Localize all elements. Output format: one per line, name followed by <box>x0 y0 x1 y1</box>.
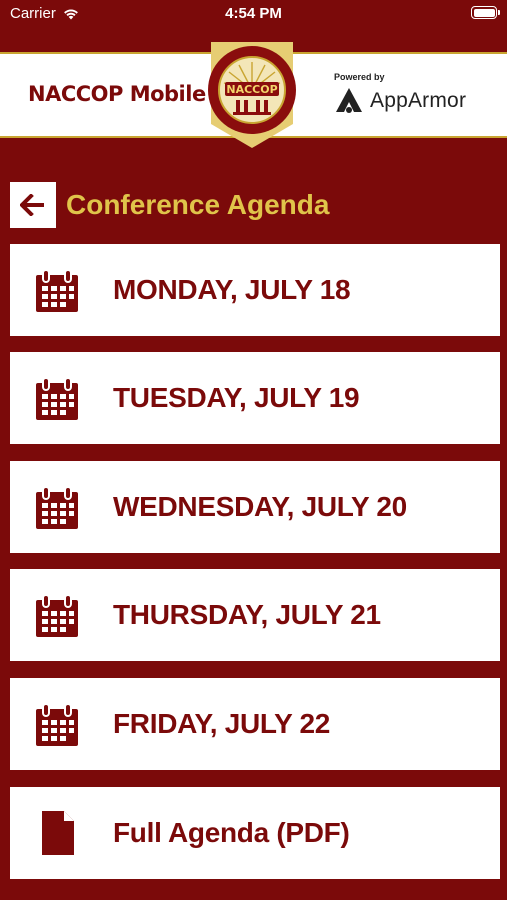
status-bar: Carrier 4:54 PM <box>0 0 507 30</box>
agenda-item-label: TUESDAY, JULY 19 <box>113 382 360 413</box>
agenda-item-wednesday[interactable]: WEDNESDAY, JULY 20 <box>10 461 500 553</box>
calendar-icon <box>36 594 78 637</box>
apparmor-label: AppArmor <box>370 89 467 112</box>
agenda-item-tuesday[interactable]: TUESDAY, JULY 19 <box>10 352 500 444</box>
powered-by-label: Powered by <box>334 72 385 82</box>
page-title: Conference Agenda <box>66 189 330 220</box>
apparmor-logo-icon <box>336 88 362 113</box>
agenda-item-friday[interactable]: FRIDAY, JULY 22 <box>10 678 500 770</box>
document-icon <box>42 811 74 855</box>
battery-icon <box>471 6 500 19</box>
agenda-item-label: MONDAY, JULY 18 <box>113 274 351 305</box>
status-time: 4:54 PM <box>225 5 282 22</box>
naccop-logo: NACCOP <box>208 42 296 148</box>
agenda-item-label: Full Agenda (PDF) <box>113 817 350 848</box>
logo-text: NACCOP <box>226 83 277 96</box>
app-header: NACCOP Mobile NACCOP Powered by AppArmor <box>0 42 507 148</box>
agenda-item-label: THURSDAY, JULY 21 <box>113 599 381 630</box>
agenda-item-label: WEDNESDAY, JULY 20 <box>113 491 407 522</box>
back-button[interactable] <box>10 182 56 228</box>
agenda-item-monday[interactable]: MONDAY, JULY 18 <box>10 244 500 336</box>
agenda-item-label: FRIDAY, JULY 22 <box>113 708 331 739</box>
agenda-item-thursday[interactable]: THURSDAY, JULY 21 <box>10 569 500 661</box>
calendar-icon <box>36 269 78 312</box>
apparmor-brand: AppArmor <box>334 86 466 116</box>
calendar-icon <box>36 377 78 420</box>
page-header: Conference Agenda <box>10 182 329 228</box>
calendar-icon <box>36 486 78 529</box>
app-title: NACCOP Mobile <box>28 82 206 106</box>
arrow-left-icon <box>20 194 44 216</box>
agenda-item-full-pdf[interactable]: Full Agenda (PDF) <box>10 787 500 879</box>
calendar-icon <box>36 703 78 746</box>
